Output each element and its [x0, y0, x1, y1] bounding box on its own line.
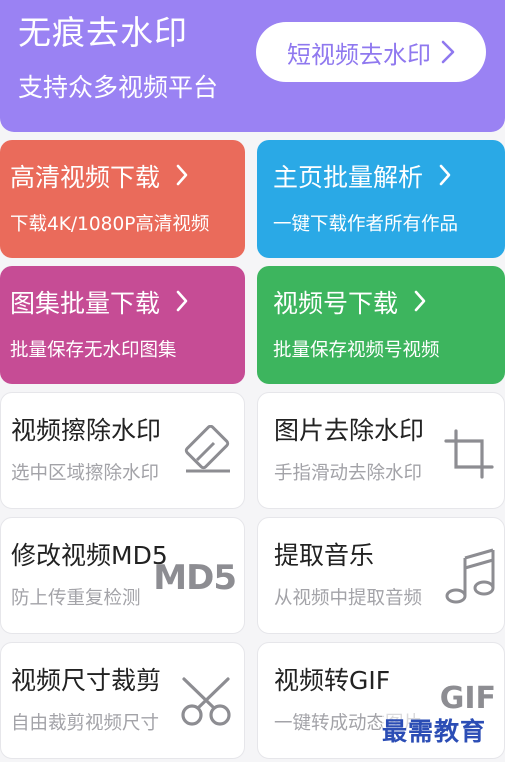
eraser-icon: [184, 425, 230, 473]
header-banner: 无痕去水印 支持众多视频平台 短视频去水印: [0, 0, 505, 132]
pill-label: 短视频去水印: [287, 40, 431, 69]
card-title: 视频号下载: [273, 284, 426, 320]
card-title-text: 高清视频下载: [10, 163, 161, 192]
card-title-text: 图集批量下载: [10, 289, 161, 318]
chevron-right-icon: [176, 164, 188, 186]
scissors-icon: [181, 677, 231, 726]
md5-icon: MD5: [153, 558, 237, 598]
chevron-right-icon: [414, 290, 426, 312]
card-subtitle: 批量保存视频号视频: [273, 340, 440, 361]
video-erase-watermark-card[interactable]: 视频擦除水印 选中区域擦除水印: [0, 392, 245, 509]
card-subtitle: 自由裁剪视频尺寸: [11, 713, 160, 734]
card-title: 提取音乐: [274, 541, 375, 570]
chevron-right-icon: [441, 40, 455, 64]
card-subtitle: 批量保存无水印图集: [10, 340, 177, 361]
card-title: 修改视频MD5: [11, 541, 168, 570]
modify-video-md5-card[interactable]: 修改视频MD5 防上传重复检测 MD5: [0, 517, 245, 634]
homepage-batch-parse-card[interactable]: 主页批量解析 一键下载作者所有作品: [257, 140, 505, 258]
gif-icon: GIF: [439, 681, 496, 716]
card-subtitle: 手指滑动去除水印: [274, 463, 423, 484]
image-remove-watermark-card[interactable]: 图片去除水印 手指滑动去除水印: [257, 392, 505, 509]
card-subtitle: 从视频中提取音频: [274, 588, 423, 609]
card-title-text: 主页批量解析: [273, 163, 424, 192]
app-title: 无痕去水印: [18, 13, 188, 52]
watermark-overlay: 最需教育: [382, 712, 487, 748]
video-size-crop-card[interactable]: 视频尺寸裁剪 自由裁剪视频尺寸: [0, 642, 245, 759]
card-title: 视频擦除水印: [11, 416, 162, 445]
chevron-right-icon: [439, 164, 451, 186]
card-title: 图集批量下载: [10, 284, 188, 320]
gallery-batch-download-card[interactable]: 图集批量下载 批量保存无水印图集: [0, 266, 245, 384]
card-title-text: 视频号下载: [273, 289, 399, 318]
channels-video-download-card[interactable]: 视频号下载 批量保存视频号视频: [257, 266, 505, 384]
crop-icon: [444, 429, 494, 479]
chevron-right-icon: [176, 290, 188, 312]
card-subtitle: 下载4K/1080P高清视频: [10, 214, 210, 235]
card-title: 图片去除水印: [274, 416, 425, 445]
card-title: 视频尺寸裁剪: [11, 666, 162, 695]
card-subtitle: 一键下载作者所有作品: [273, 214, 459, 235]
app-subtitle: 支持众多视频平台: [18, 73, 219, 102]
extract-music-card[interactable]: 提取音乐 从视频中提取音频: [257, 517, 505, 634]
card-title: 高清视频下载: [10, 158, 188, 194]
card-title: 主页批量解析: [273, 158, 451, 194]
hd-video-download-card[interactable]: 高清视频下载 下载4K/1080P高清视频: [0, 140, 245, 258]
short-video-watermark-button[interactable]: 短视频去水印: [256, 22, 486, 82]
card-subtitle: 防上传重复检测: [11, 588, 141, 609]
card-title: 视频转GIF: [274, 666, 391, 695]
card-subtitle: 选中区域擦除水印: [11, 463, 160, 484]
music-note-icon: [445, 548, 495, 604]
